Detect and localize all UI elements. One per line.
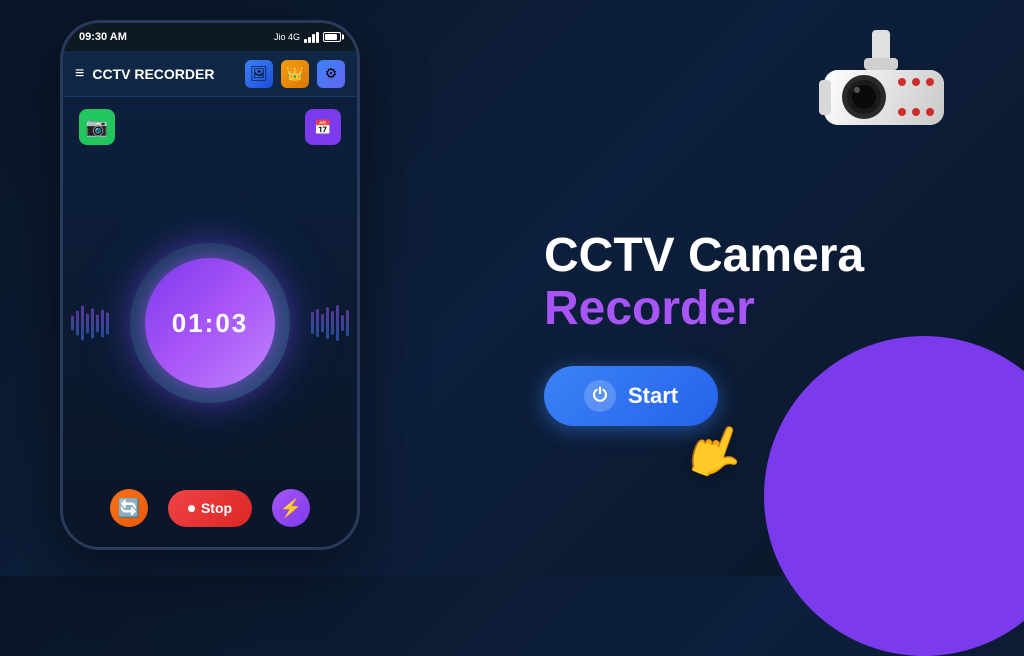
headline-purple: Recorder [544, 283, 755, 336]
signal-bar-4 [316, 32, 319, 43]
signal-bar-1 [304, 39, 307, 43]
settings-button[interactable]: ⚙ [317, 60, 345, 88]
signal-bar-2 [308, 37, 311, 43]
app-bar: ≡ CCTV RECORDER 🖼 👑 ⚙ [63, 51, 357, 97]
wave-bar [76, 311, 79, 336]
gallery-button[interactable]: 🖼 [245, 60, 273, 88]
wave-bar [326, 307, 329, 339]
app-bar-icons: 🖼 👑 ⚙ [245, 60, 345, 88]
flash-button[interactable]: ⚡ [272, 489, 310, 527]
wave-bar [341, 315, 344, 331]
top-actions: 📷 📅 [63, 97, 357, 157]
schedule-icon: 📅 [314, 119, 331, 136]
wave-bar [346, 310, 349, 336]
start-label: Start [628, 383, 678, 409]
refresh-button[interactable]: 🔄 [110, 489, 148, 527]
schedule-button[interactable]: 📅 [305, 109, 341, 145]
timer-section: 01:03 [63, 157, 357, 489]
wave-bar [321, 314, 324, 332]
start-button-wrapper: ⏻ Start 👆 [544, 366, 718, 426]
status-bar: 09:30 AM Jio 4G [63, 23, 357, 51]
cctv-camera-illustration [794, 30, 984, 165]
stop-label: Stop [201, 500, 232, 516]
timer-circle-inner: 01:03 [145, 258, 275, 388]
wave-bar [86, 313, 89, 333]
wave-bar [101, 309, 104, 337]
power-symbol: ⏻ [593, 385, 607, 406]
wave-bar [316, 309, 319, 337]
phone-content: 📷 📅 [63, 97, 357, 547]
wave-bar [71, 316, 74, 331]
power-icon: ⏻ [584, 380, 616, 412]
wave-bar [336, 305, 339, 341]
settings-icon: ⚙ [325, 65, 338, 82]
phone-frame: 09:30 AM Jio 4G ≡ CCTV RECORDER � [60, 20, 360, 550]
phone-mockup: 09:30 AM Jio 4G ≡ CCTV RECORDER � [60, 20, 380, 560]
premium-button[interactable]: 👑 [281, 60, 309, 88]
carrier-text: Jio 4G [274, 32, 300, 42]
battery-fill [325, 34, 337, 40]
refresh-icon: 🔄 [118, 498, 140, 519]
status-time: 09:30 AM [79, 31, 127, 43]
signal-bar-3 [312, 34, 315, 43]
stop-button[interactable]: ⏺ Stop [168, 490, 252, 527]
wave-bar [96, 314, 99, 332]
record-icon: ⏺ [188, 500, 195, 517]
lightning-icon: ⚡ [280, 498, 302, 519]
menu-icon[interactable]: ≡ [75, 65, 84, 83]
battery-icon [323, 32, 341, 42]
timer-display: 01:03 [172, 308, 249, 339]
wave-bar [81, 306, 84, 341]
status-right: Jio 4G [274, 31, 341, 43]
bottom-controls: 🔄 ⏺ Stop ⚡ [110, 489, 310, 547]
wave-bar [311, 312, 314, 334]
camera-icon: 📷 [86, 117, 108, 138]
sound-wave-right [311, 305, 357, 341]
timer-circle-outer: 01:03 [130, 243, 290, 403]
green-camera-button[interactable]: 📷 [79, 109, 115, 145]
wave-bar [106, 312, 109, 334]
sound-wave-left [63, 306, 109, 341]
crown-icon: 👑 [286, 65, 303, 82]
gallery-icon: 🖼 [250, 65, 268, 82]
wave-bar [331, 311, 334, 335]
signal-bars [304, 31, 319, 43]
wave-bar [91, 308, 94, 338]
app-title: CCTV RECORDER [92, 66, 237, 82]
headline-white: CCTV Camera [544, 230, 864, 283]
